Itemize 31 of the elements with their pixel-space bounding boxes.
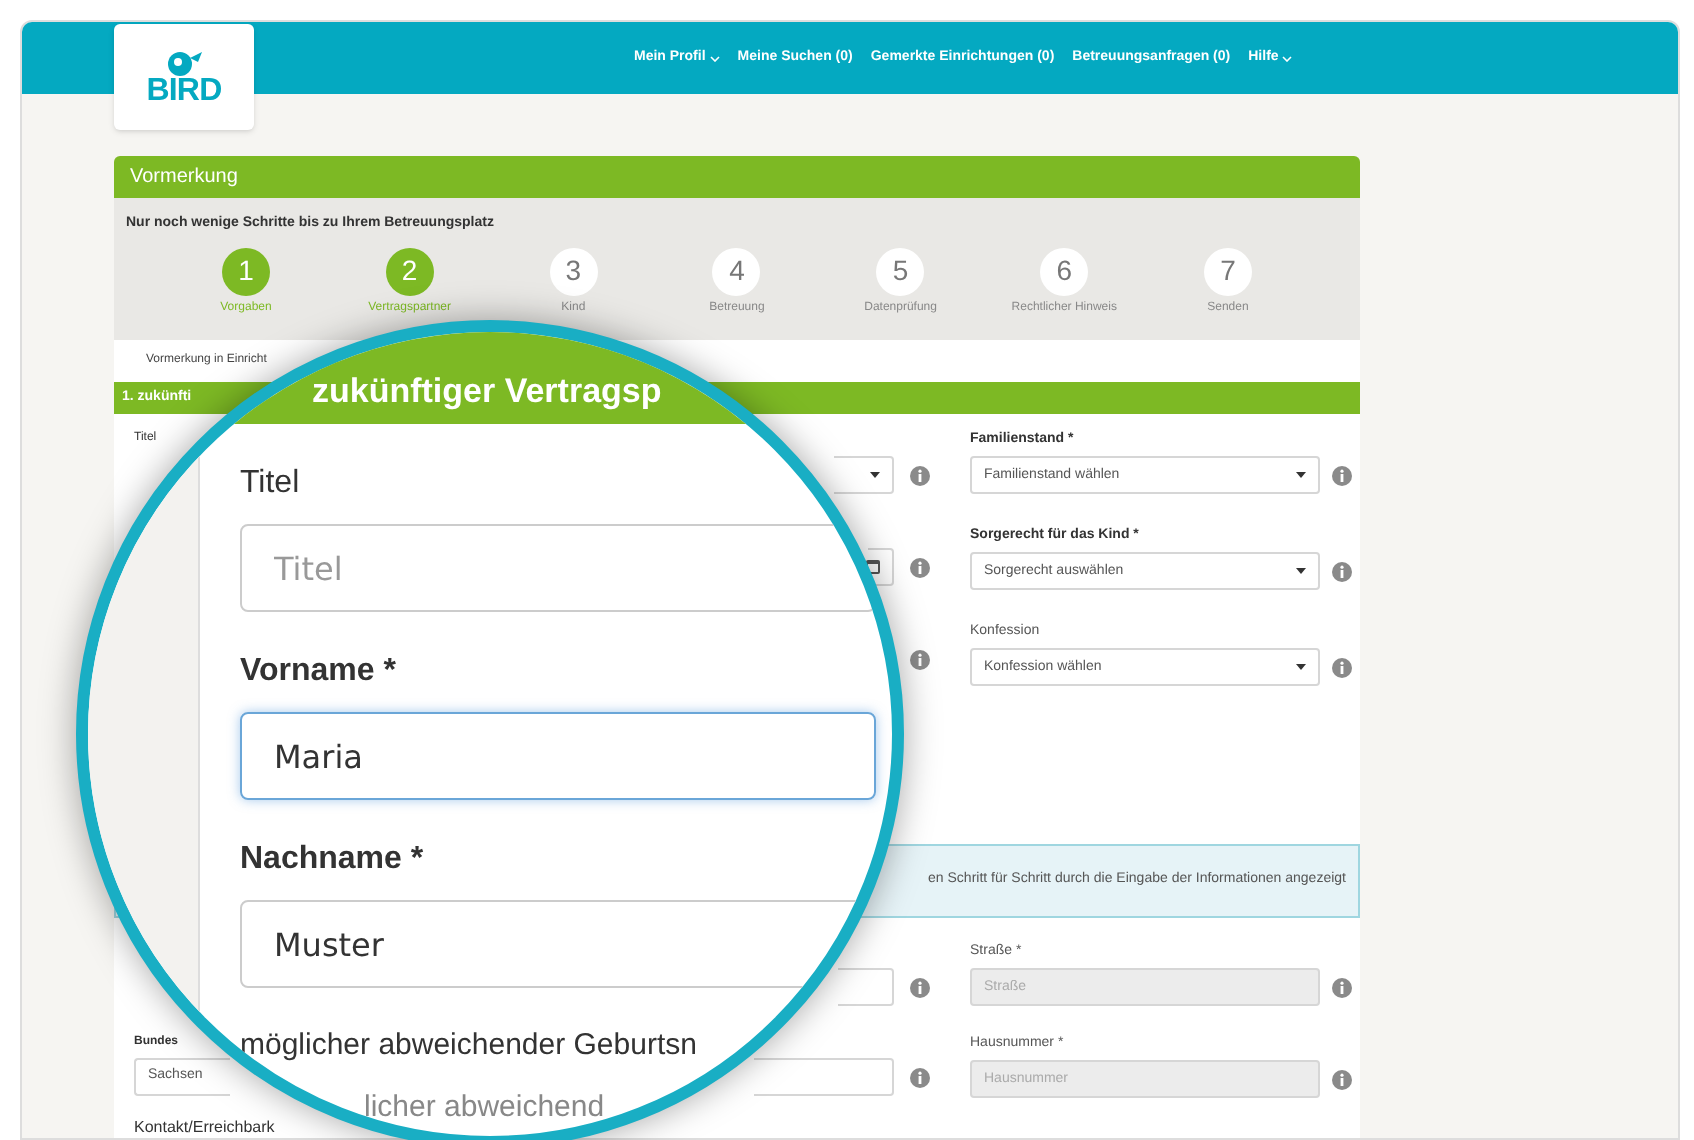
info-icon[interactable] [1332, 977, 1352, 997]
info-icon[interactable] [1332, 657, 1352, 678]
step-number[interactable]: 5 [876, 247, 925, 295]
input-field[interactable]: Maria [240, 712, 876, 800]
step-number[interactable]: 3 [549, 247, 598, 295]
bird-icon [162, 47, 206, 75]
step-number[interactable]: 2 [385, 247, 434, 295]
caret-icon [1296, 472, 1306, 479]
info-icon[interactable] [910, 557, 930, 578]
caret-icon [1296, 664, 1306, 671]
info-icon[interactable] [910, 1067, 930, 1087]
field-label: licher abweichend [364, 1087, 605, 1127]
field-label: Vorname * [240, 652, 396, 692]
input-field[interactable]: Titel [240, 524, 876, 612]
step-number[interactable]: 4 [712, 247, 761, 295]
step-number[interactable]: 7 [1203, 247, 1252, 295]
caret-icon [1296, 568, 1306, 575]
info-icon[interactable] [910, 465, 930, 486]
step-number[interactable]: 1 [222, 247, 270, 295]
section-heading: Kontakt/Erreichbark [134, 1116, 275, 1138]
field-label: Nachname * [240, 840, 424, 880]
step-number[interactable]: 6 [1040, 247, 1089, 295]
info-icon[interactable] [910, 649, 930, 670]
info-icon[interactable] [1332, 1069, 1352, 1089]
field-label: möglicher abweichender Geburtsn [240, 1026, 697, 1066]
info-icon[interactable] [1332, 465, 1352, 486]
field-label: Titel [240, 464, 300, 504]
info-icon[interactable] [910, 977, 930, 997]
logo[interactable]: BIRD [114, 24, 254, 130]
info-icon[interactable] [1332, 561, 1352, 582]
panel-header: Vormerkung [114, 156, 1360, 198]
